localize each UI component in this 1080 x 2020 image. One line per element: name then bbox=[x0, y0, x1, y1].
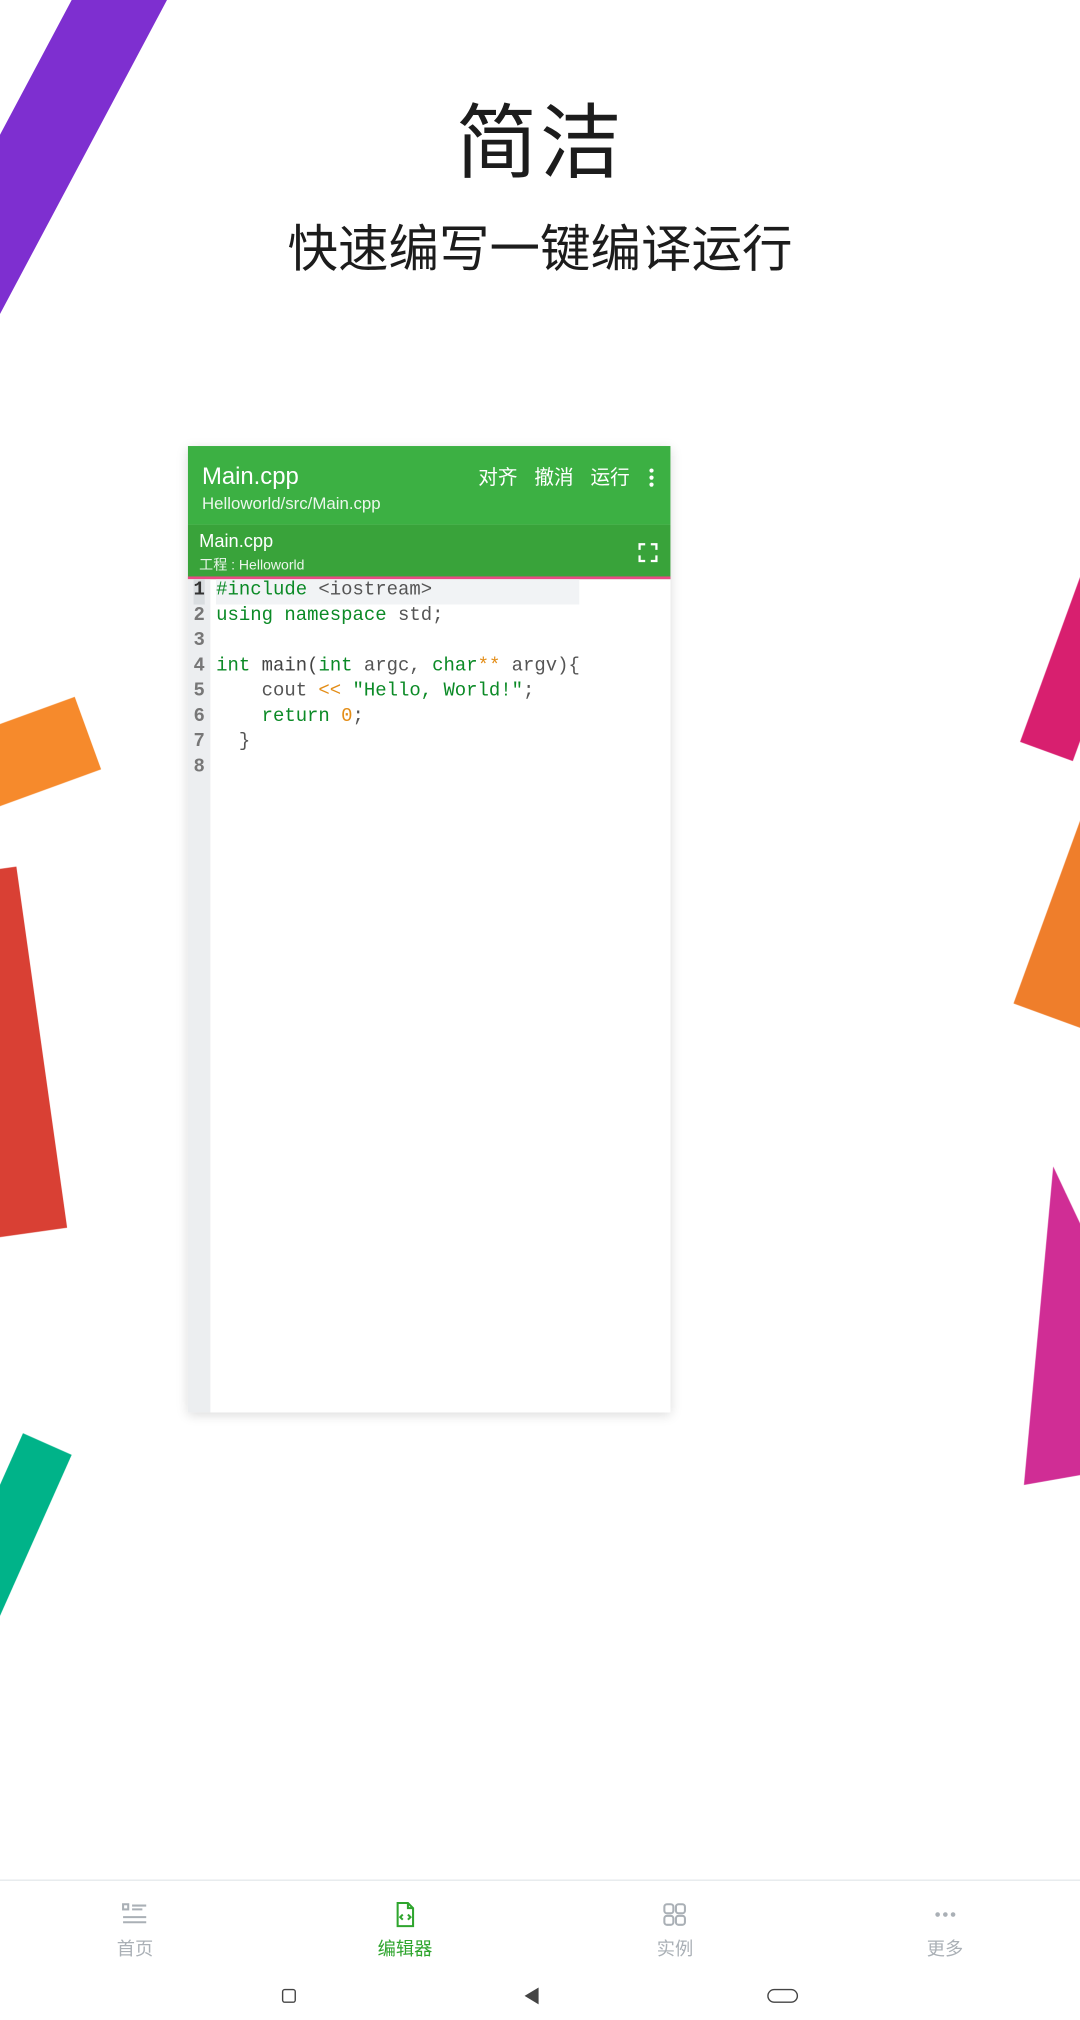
line-number: 8 bbox=[194, 756, 205, 781]
nav-more[interactable]: 更多 bbox=[896, 1898, 994, 1960]
code-content[interactable]: #include <iostream>using namespace std; … bbox=[211, 579, 586, 1412]
nav-label: 编辑器 bbox=[378, 1933, 433, 1960]
grid-icon bbox=[660, 1898, 691, 1929]
nav-label: 更多 bbox=[927, 1933, 963, 1960]
hero-section: 简洁 快速编写一键编译运行 bbox=[0, 77, 1080, 282]
align-button[interactable]: 对齐 bbox=[478, 463, 517, 491]
run-button[interactable]: 运行 bbox=[590, 463, 629, 491]
android-nav-bar bbox=[0, 1978, 1080, 2014]
expand-icon[interactable] bbox=[637, 541, 659, 563]
back-button[interactable] bbox=[525, 1987, 539, 2004]
nav-examples[interactable]: 实例 bbox=[626, 1898, 724, 1960]
more-horizontal-icon bbox=[930, 1898, 961, 1929]
line-number: 6 bbox=[194, 706, 205, 731]
decoration-magenta-bar bbox=[1020, 557, 1080, 761]
home-button[interactable] bbox=[767, 1989, 798, 2003]
hero-subtitle: 快速编写一键编译运行 bbox=[0, 209, 1080, 282]
decoration-orange-bar-right bbox=[1014, 779, 1080, 1029]
bottom-nav: 首页 编辑器 实例 更多 bbox=[0, 1879, 1080, 1977]
line-gutter: 1 2 3 4 5 6 7 8 bbox=[188, 579, 211, 1412]
editor-title-block: Main.cpp Helloworld/src/Main.cpp bbox=[202, 463, 478, 513]
nav-label: 首页 bbox=[117, 1933, 153, 1960]
recents-button[interactable] bbox=[282, 1989, 296, 2003]
nav-home[interactable]: 首页 bbox=[86, 1898, 184, 1960]
editor-tab[interactable]: Main.cpp 工程 : Helloworld bbox=[199, 530, 304, 573]
tab-label: Main.cpp bbox=[199, 530, 273, 551]
editor-actions: 对齐 撤消 运行 bbox=[478, 463, 656, 491]
project-label: 工程 : Helloworld bbox=[199, 553, 304, 574]
code-editor[interactable]: 1 2 3 4 5 6 7 8 #include <iostream>using… bbox=[188, 579, 670, 1412]
decoration-pink-triangle bbox=[970, 1152, 1080, 1485]
nav-editor[interactable]: 编辑器 bbox=[356, 1898, 454, 1960]
nav-label: 实例 bbox=[657, 1933, 693, 1960]
editor-header: Main.cpp Helloworld/src/Main.cpp 对齐 撤消 运… bbox=[188, 446, 670, 525]
line-number: 5 bbox=[194, 680, 205, 705]
editor-window: Main.cpp Helloworld/src/Main.cpp 对齐 撤消 运… bbox=[188, 446, 670, 1412]
editor-filename: Main.cpp bbox=[202, 463, 478, 491]
line-number: 2 bbox=[194, 605, 205, 630]
decoration-teal-bar bbox=[0, 1433, 72, 1737]
line-number: 4 bbox=[194, 655, 205, 680]
decoration-orange-bar-left bbox=[0, 697, 101, 846]
line-number: 7 bbox=[194, 731, 205, 756]
more-menu-icon[interactable] bbox=[647, 468, 657, 486]
line-number: 3 bbox=[194, 630, 205, 655]
editor-tab-bar: Main.cpp 工程 : Helloworld bbox=[188, 525, 670, 580]
line-number: 1 bbox=[194, 579, 205, 604]
hero-title: 简洁 bbox=[0, 77, 1080, 195]
editor-filepath: Helloworld/src/Main.cpp bbox=[202, 494, 478, 514]
decoration-red-bar bbox=[0, 867, 67, 1238]
list-icon bbox=[120, 1898, 151, 1929]
code-file-icon bbox=[390, 1898, 421, 1929]
undo-button[interactable]: 撤消 bbox=[534, 463, 573, 491]
